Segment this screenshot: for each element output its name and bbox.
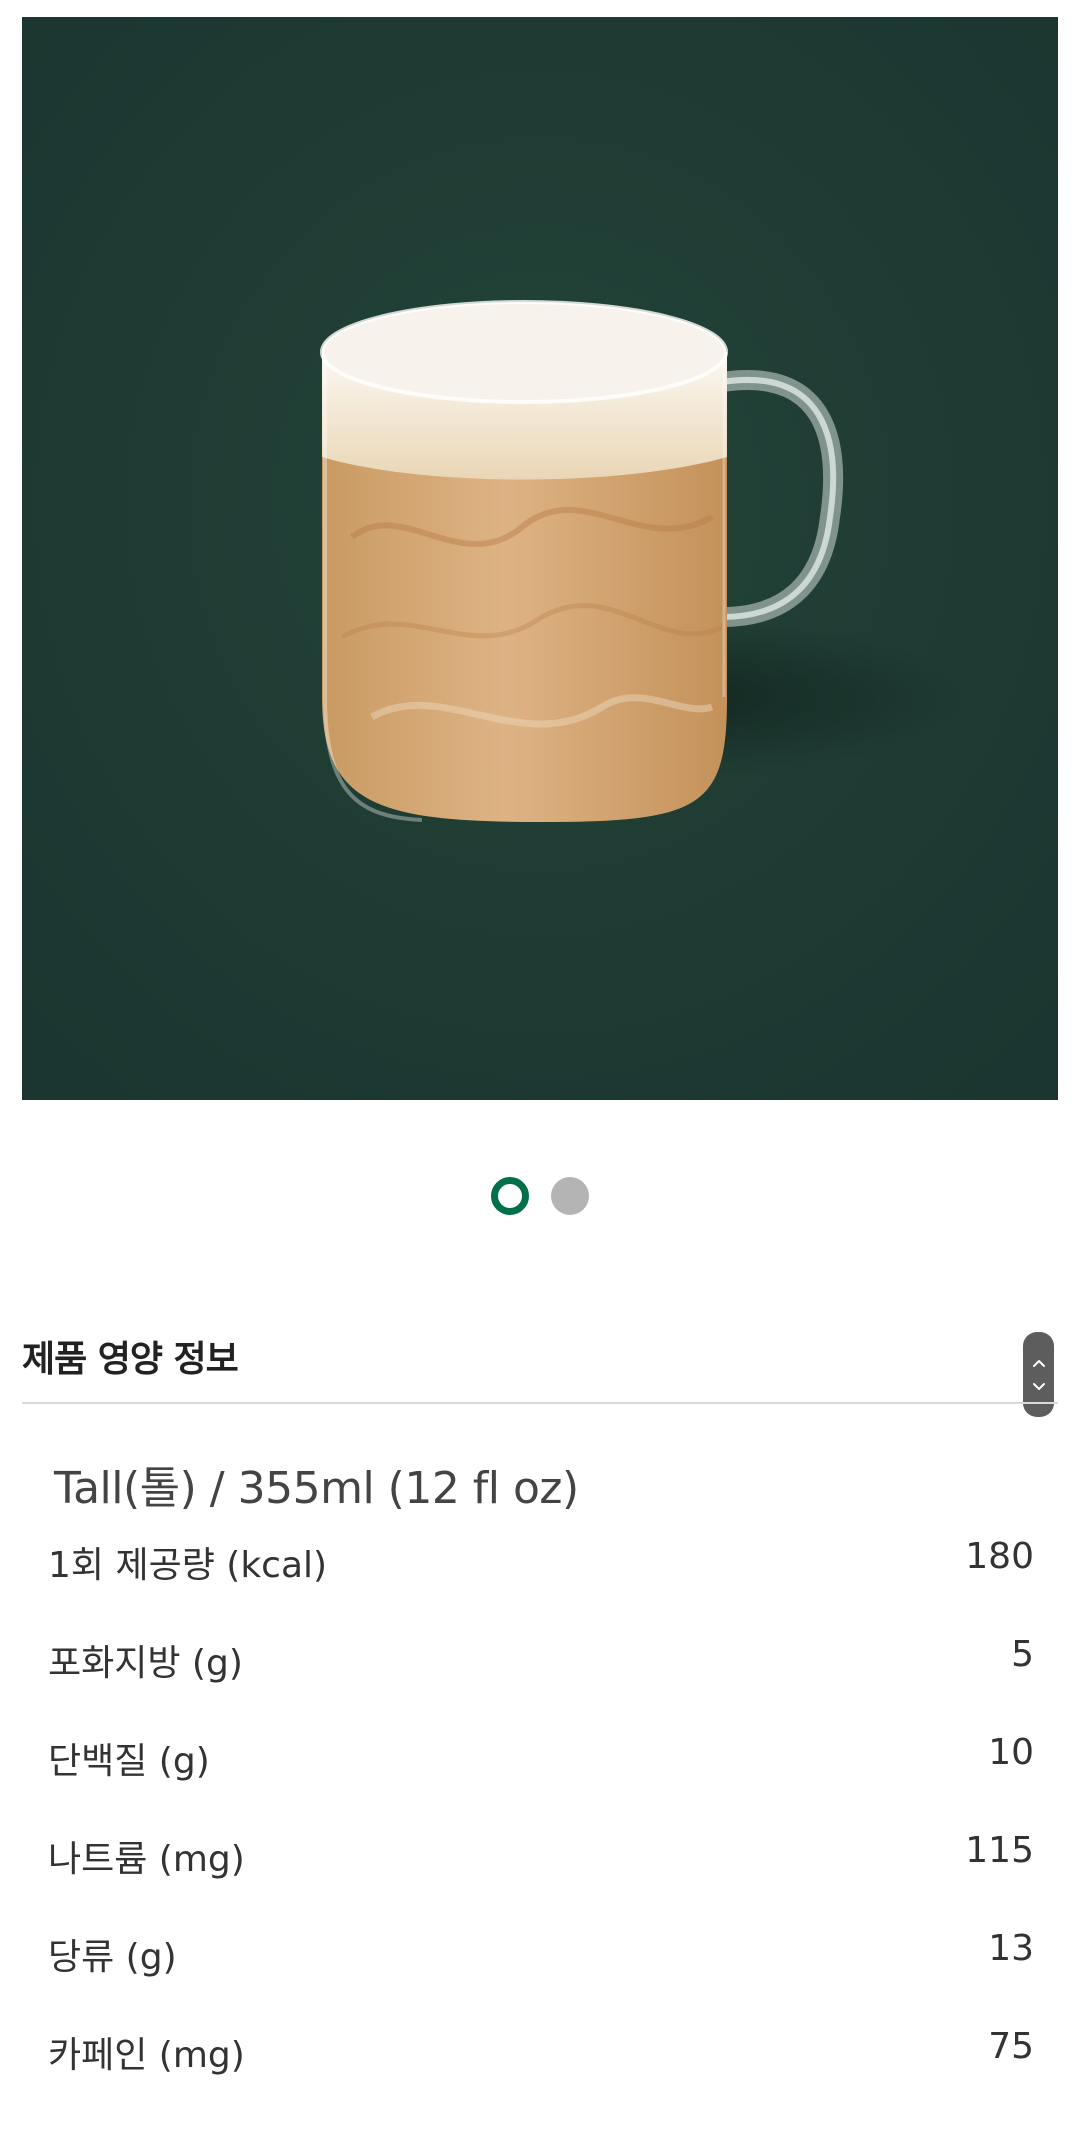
section-divider	[22, 1402, 1058, 1404]
carousel-pagination	[0, 1176, 1079, 1216]
carousel-dot-1[interactable]	[490, 1177, 529, 1215]
nutrition-value: 13	[988, 1928, 1034, 1969]
nutrition-label: 포화지방 (g)	[48, 1643, 243, 1684]
nutrition-label: 단백질 (g)	[48, 1741, 210, 1782]
nutrition-value: 5	[1011, 1634, 1034, 1675]
scroll-up-down-button[interactable]	[1023, 1332, 1054, 1417]
nutrition-value: 115	[965, 1830, 1034, 1871]
nutrition-label: 카페인 (mg)	[48, 2035, 245, 2076]
product-image	[22, 17, 1058, 1100]
chevron-up-icon	[1032, 1359, 1045, 1367]
serving-size-label: Tall(톨) / 355ml (12 fl oz)	[54, 1463, 579, 1514]
nutrition-row-saturated-fat: 포화지방 (g) 5	[48, 1634, 1034, 1732]
nutrition-row-sugar: 당류 (g) 13	[48, 1928, 1034, 2026]
nutrition-value: 180	[965, 1536, 1034, 1577]
nutrition-section-title: 제품 영양 정보	[22, 1339, 239, 1380]
nutrition-label: 나트륨 (mg)	[48, 1839, 245, 1880]
nutrition-label: 당류 (g)	[48, 1937, 177, 1978]
nutrition-label: 1회 제공량 (kcal)	[48, 1545, 328, 1586]
nutrition-row-kcal: 1회 제공량 (kcal) 180	[48, 1536, 1034, 1634]
latte-mug-illustration	[22, 17, 1058, 1100]
carousel-dot-2[interactable]	[550, 1177, 589, 1215]
nutrition-value: 10	[988, 1732, 1034, 1773]
chevron-down-icon	[1032, 1382, 1045, 1390]
nutrition-table: 1회 제공량 (kcal) 180 포화지방 (g) 5 단백질 (g) 10 …	[48, 1536, 1034, 2124]
nutrition-value: 75	[988, 2026, 1034, 2067]
nutrition-row-protein: 단백질 (g) 10	[48, 1732, 1034, 1830]
nutrition-row-caffeine: 카페인 (mg) 75	[48, 2026, 1034, 2124]
nutrition-row-sodium: 나트륨 (mg) 115	[48, 1830, 1034, 1928]
